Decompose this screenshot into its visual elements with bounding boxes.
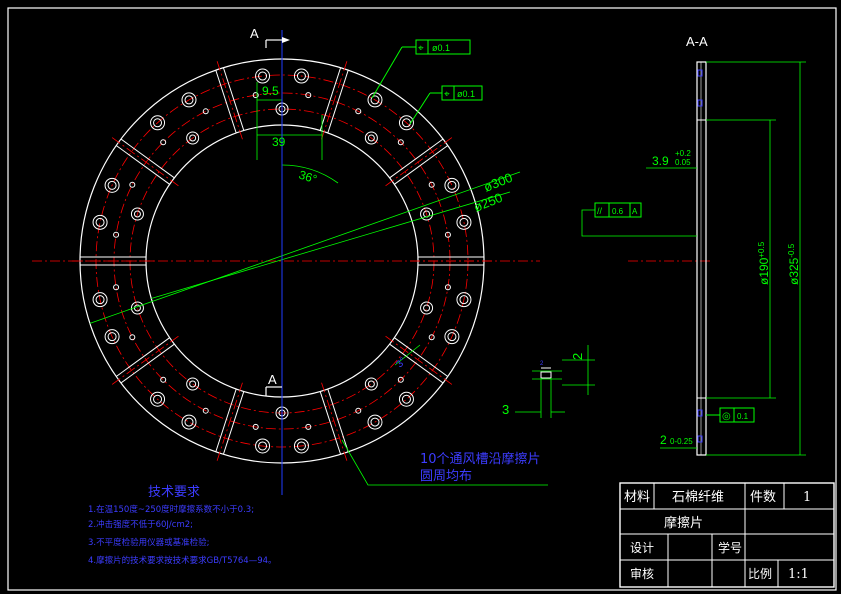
concentric-symbol: ◎ <box>722 411 731 422</box>
slot-edge <box>394 145 449 185</box>
rivet-hole <box>181 414 197 430</box>
concentric-value: 0.1 <box>737 412 749 421</box>
rivet-hole <box>160 376 167 383</box>
dim-line-dia-300 <box>89 171 521 324</box>
rivet-hole <box>398 391 414 407</box>
rivet-hole-inner <box>367 380 375 388</box>
slot-annotation-line2: 圆周均布 <box>420 469 472 484</box>
slot-edge <box>215 388 237 453</box>
slot-edge <box>120 138 175 179</box>
dim-line-dia-250 <box>151 191 511 299</box>
slot-edge <box>215 69 237 134</box>
groove-depth-2: 2 <box>570 353 585 360</box>
tb-qty-label: 件数 <box>750 490 776 505</box>
slot-edge <box>120 343 175 384</box>
section-chamfer: 2 <box>660 433 667 447</box>
slot-annotation-line1: 10个通风槽沿摩擦片 <box>420 451 541 467</box>
section-profile <box>696 61 707 456</box>
section-thickness: 3.9 <box>652 154 669 168</box>
groove-top-label: 2 <box>540 361 544 367</box>
rivet-hole <box>160 139 167 146</box>
parallel-datum: A <box>632 207 638 216</box>
rivet-hole <box>444 177 460 193</box>
slot-center-line <box>385 137 453 187</box>
dim-39: 39 <box>272 135 286 149</box>
slot-center-line <box>321 61 348 140</box>
slot-center-line <box>216 61 243 140</box>
tolerance-symbol-1: ⌖ <box>418 43 424 54</box>
section-thickness-lower: 0.05 <box>675 158 691 167</box>
section-chamfer-tol: 0-0.25 <box>670 437 693 446</box>
slot-center-line <box>321 382 348 461</box>
tb-material-value: 石棉纤维 <box>672 490 724 505</box>
tech-item-4: 4.摩擦片的技术要求按技术要求GB/T5764—94。 <box>88 555 277 566</box>
parallel-symbol: // <box>597 206 603 216</box>
slot-edge <box>327 69 349 134</box>
slot-edge <box>115 337 170 377</box>
slot-edge <box>327 388 349 453</box>
tb-scale-label: 比例 <box>748 567 772 581</box>
dim-angle-3: 3° <box>394 356 409 371</box>
dim-9-5: 9.5 <box>262 84 279 98</box>
section-marker-bottom: A <box>265 372 282 396</box>
section-dia-325: ø325-0.5 <box>787 243 801 285</box>
section-label-bottom: A <box>268 372 277 387</box>
tb-scale-value: 1:1 <box>788 567 809 582</box>
rivet-hole <box>255 68 271 84</box>
section-label-top: A <box>250 26 259 41</box>
tolerance-symbol-2: ⌖ <box>444 89 450 100</box>
tb-qty-value: 1 <box>803 490 811 505</box>
dim-angle-36: 36° <box>297 168 319 187</box>
slot-center-line <box>111 335 179 385</box>
slot-edge <box>222 67 245 131</box>
tech-item-3: 3.不平度检验用仪器或基准检验; <box>88 537 209 548</box>
groove-width-3: 3 <box>502 402 509 417</box>
slot-edge <box>115 145 170 185</box>
tech-title: 技术要求 <box>148 485 200 500</box>
tb-review-label: 审核 <box>630 566 654 581</box>
groove-detail: 3 2 2 <box>502 345 595 418</box>
slot-center-line <box>111 137 179 187</box>
rivet-hole-inner <box>447 180 457 190</box>
rivet-hole-inner <box>423 304 431 312</box>
tb-design-label: 设计 <box>630 541 654 555</box>
rivet-hole-inner <box>184 417 194 427</box>
section-marker-top: A <box>250 26 290 48</box>
tolerance-frame-1: ⌖ ø0.1 <box>371 39 471 99</box>
tech-item-2: 2.冲击强度不低于60J/cm2; <box>88 519 193 530</box>
slot-edge <box>389 138 444 179</box>
rivet-hole-inner <box>401 394 411 404</box>
tech-item-1: 1.在温150度~250度时摩擦系数不小于0.3; <box>88 504 254 515</box>
slot-edge <box>222 391 245 455</box>
rivet-hole-inner <box>189 380 197 388</box>
rivet-hole <box>420 301 434 315</box>
center-lines <box>32 61 540 461</box>
slot-edge <box>319 391 342 455</box>
section-thickness-upper: +0.2 <box>675 149 691 158</box>
tb-material-label: 材料 <box>624 490 650 505</box>
rivet-hole <box>92 214 108 230</box>
rivet-hole <box>129 334 136 341</box>
rivet-hole <box>186 377 200 391</box>
section-view: A-A ø325-0.5 ø190+0.5 3.9 +0.2 0.05 // 0… <box>581 34 806 456</box>
slot-edge <box>319 67 342 131</box>
tolerance-value-2: ø0.1 <box>457 89 475 99</box>
rivet-hole-inner <box>95 217 105 227</box>
cad-drawing: A A 9.5 39 36° ø300 ø250 3° ⌖ ø0.1 ⌖ ø0.… <box>7 7 837 591</box>
section-dia-190: ø190+0.5 <box>757 241 771 285</box>
slot-center-line <box>216 382 243 461</box>
parallel-value: 0.6 <box>612 207 624 216</box>
tolerance-value-1: ø0.1 <box>432 43 450 53</box>
dim-dia-250: ø250 <box>472 190 505 215</box>
tech-requirements: 技术要求 1.在温150度~250度时摩擦系数不小于0.3; 2.冲击强度不低于… <box>88 485 277 566</box>
rivet-hole <box>202 108 209 115</box>
section-view-label: A-A <box>686 34 708 49</box>
rivet-hole <box>129 181 136 188</box>
rivet-hole <box>364 377 378 391</box>
tb-part-name: 摩擦片 <box>664 515 703 531</box>
tolerance-frame-2: ⌖ ø0.1 <box>409 85 483 125</box>
tb-student-no-label: 学号 <box>718 540 742 555</box>
